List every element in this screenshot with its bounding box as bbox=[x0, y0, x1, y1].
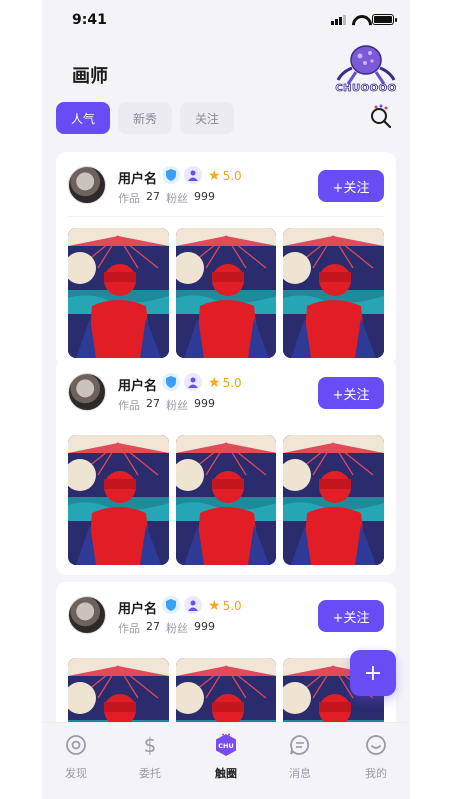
rating: ★ 5.0 bbox=[208, 598, 242, 614]
nav-label: 触圈 bbox=[215, 767, 237, 780]
artwork-thumbnail[interactable] bbox=[68, 228, 169, 358]
octopus-logo-icon bbox=[336, 45, 396, 85]
nav-profile[interactable]: 我的 bbox=[346, 733, 406, 781]
star-icon: ★ bbox=[208, 375, 221, 391]
artist-header: 用户名 ★ 5.0 作品 27 粉丝 999 +关注 bbox=[68, 596, 384, 636]
artwork-illustration bbox=[283, 228, 385, 358]
artist-header: 用户名 ★ 5.0 作品 27 粉丝 999 +关注 bbox=[68, 373, 384, 413]
works-count: 27 bbox=[146, 190, 160, 203]
logo-text: CHUOOOO bbox=[335, 83, 397, 95]
artwork-row bbox=[68, 228, 385, 358]
signal-icon bbox=[331, 14, 346, 25]
svg-text:$: $ bbox=[144, 733, 157, 757]
star-icon: ★ bbox=[208, 598, 221, 614]
fans-count: 999 bbox=[194, 190, 215, 203]
username[interactable]: 用户名 bbox=[118, 598, 157, 617]
rating: ★ 5.0 bbox=[208, 168, 242, 184]
fans-count: 999 bbox=[194, 397, 215, 410]
rating-value: 5.0 bbox=[222, 169, 242, 183]
artwork-thumbnail[interactable] bbox=[283, 228, 385, 358]
verified-shield-icon bbox=[162, 166, 180, 184]
person-badge-icon bbox=[184, 596, 202, 614]
search-button[interactable] bbox=[368, 104, 394, 130]
nav-circle[interactable]: CHU 触圈 bbox=[196, 733, 256, 781]
works-label: 作品 bbox=[118, 622, 140, 635]
status-bar: 9:41 bbox=[42, 0, 410, 40]
svg-text:CHU: CHU bbox=[218, 742, 234, 750]
works-label: 作品 bbox=[118, 399, 140, 412]
verified-shield-icon bbox=[162, 596, 180, 614]
fans-count: 999 bbox=[194, 620, 215, 633]
artwork-thumbnail[interactable] bbox=[68, 435, 169, 565]
circle-logo-icon: CHU bbox=[216, 733, 236, 756]
tab-following[interactable]: 关注 bbox=[180, 102, 234, 134]
status-icons bbox=[331, 14, 397, 25]
username[interactable]: 用户名 bbox=[118, 375, 157, 394]
page-title: 画师 bbox=[72, 66, 108, 87]
smile-icon bbox=[366, 735, 386, 755]
divider bbox=[68, 216, 384, 217]
fans-label: 粉丝 bbox=[166, 192, 188, 205]
fans-label: 粉丝 bbox=[166, 399, 188, 412]
filter-tabs: 人气 新秀 关注 bbox=[56, 102, 234, 134]
avatar[interactable] bbox=[68, 596, 106, 634]
fans-label: 粉丝 bbox=[166, 622, 188, 635]
nav-messages[interactable]: 消息 bbox=[270, 733, 330, 781]
avatar[interactable] bbox=[68, 373, 106, 411]
works-count: 27 bbox=[146, 620, 160, 633]
follow-button[interactable]: +关注 bbox=[318, 600, 384, 632]
artwork-thumbnail[interactable] bbox=[175, 228, 277, 358]
artwork-illustration bbox=[68, 228, 169, 358]
app-screen: 9:41 画师 CHUOOOO 人气 新秀 关注 用户名 ★ 5.0 作品 27… bbox=[42, 0, 410, 799]
nav-label: 我的 bbox=[365, 767, 387, 780]
artist-card: 用户名 ★ 5.0 作品 27 粉丝 999 +关注 bbox=[56, 152, 396, 366]
bottom-nav: 发现 $ 委托 CHU 触圈 消息 我的 bbox=[42, 722, 410, 799]
app-logo[interactable]: CHUOOOO bbox=[332, 42, 400, 94]
nav-commission[interactable]: $ 委托 bbox=[120, 733, 180, 781]
dollar-icon: $ bbox=[144, 733, 157, 757]
artist-stats: 作品 27 粉丝 999 bbox=[118, 190, 215, 206]
follow-button[interactable]: +关注 bbox=[318, 170, 384, 202]
avatar[interactable] bbox=[68, 166, 106, 204]
artist-stats: 作品 27 粉丝 999 bbox=[118, 397, 215, 413]
works-count: 27 bbox=[146, 397, 160, 410]
wifi-icon bbox=[352, 15, 366, 25]
artwork-illustration bbox=[175, 435, 277, 565]
artwork-illustration bbox=[283, 435, 385, 565]
rating-value: 5.0 bbox=[222, 599, 242, 613]
artist-card: 用户名 ★ 5.0 作品 27 粉丝 999 +关注 bbox=[56, 359, 396, 575]
works-label: 作品 bbox=[118, 192, 140, 205]
battery-icon bbox=[372, 14, 397, 25]
follow-button[interactable]: +关注 bbox=[318, 377, 384, 409]
rating-value: 5.0 bbox=[222, 376, 242, 390]
verified-shield-icon bbox=[162, 373, 180, 391]
add-button[interactable]: + bbox=[350, 650, 396, 696]
nav-label: 消息 bbox=[289, 767, 311, 780]
artist-header: 用户名 ★ 5.0 作品 27 粉丝 999 +关注 bbox=[68, 166, 384, 206]
person-badge-icon bbox=[184, 166, 202, 184]
search-icon bbox=[371, 104, 392, 129]
artwork-thumbnail[interactable] bbox=[283, 435, 385, 565]
nav-label: 委托 bbox=[139, 767, 161, 780]
rating: ★ 5.0 bbox=[208, 375, 242, 391]
artwork-illustration bbox=[68, 435, 169, 565]
artwork-row bbox=[68, 435, 385, 565]
message-icon bbox=[290, 735, 310, 755]
tab-newcomers[interactable]: 新秀 bbox=[118, 102, 172, 134]
compass-icon bbox=[66, 735, 86, 755]
person-badge-icon bbox=[184, 373, 202, 391]
nav-discover[interactable]: 发现 bbox=[46, 733, 106, 781]
nav-label: 发现 bbox=[65, 767, 87, 780]
status-time: 9:41 bbox=[72, 12, 107, 28]
artwork-illustration bbox=[175, 228, 277, 358]
artwork-thumbnail[interactable] bbox=[175, 435, 277, 565]
username[interactable]: 用户名 bbox=[118, 168, 157, 187]
tab-popular[interactable]: 人气 bbox=[56, 102, 110, 134]
artist-stats: 作品 27 粉丝 999 bbox=[118, 620, 215, 636]
star-icon: ★ bbox=[208, 168, 221, 184]
